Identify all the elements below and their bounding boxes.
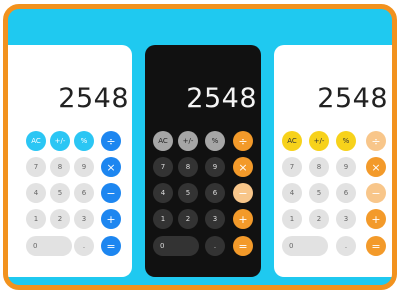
- digit-0-button[interactable]: 0: [26, 236, 72, 256]
- ac-button[interactable]: AC: [282, 131, 302, 151]
- digit-4-button[interactable]: 4: [153, 183, 173, 203]
- digit-1-button[interactable]: 1: [282, 209, 302, 229]
- digit-8-button[interactable]: 8: [309, 157, 329, 177]
- plus-button[interactable]: +: [366, 209, 386, 229]
- digit-3-button[interactable]: 3: [336, 209, 356, 229]
- ac-button[interactable]: AC: [153, 131, 173, 151]
- digit-3-button[interactable]: 3: [74, 209, 94, 229]
- plus-button[interactable]: +: [233, 209, 253, 229]
- percent-button[interactable]: %: [205, 131, 225, 151]
- decimal-button[interactable]: .: [74, 236, 94, 256]
- equals-button[interactable]: =: [366, 236, 386, 256]
- digit-2-button[interactable]: 2: [178, 209, 198, 229]
- digit-6-button[interactable]: 6: [205, 183, 225, 203]
- digit-2-button[interactable]: 2: [309, 209, 329, 229]
- decimal-button[interactable]: .: [205, 236, 225, 256]
- digit-5-button[interactable]: 5: [309, 183, 329, 203]
- calculator-dark-orange: 2548 AC +/- % ÷ 7 8 9 × 4 5 6 − 1 2 3 + …: [145, 45, 261, 277]
- digit-4-button[interactable]: 4: [26, 183, 46, 203]
- ac-button[interactable]: AC: [26, 131, 46, 151]
- digit-5-button[interactable]: 5: [50, 183, 70, 203]
- percent-button[interactable]: %: [74, 131, 94, 151]
- minus-button[interactable]: −: [233, 183, 253, 203]
- equals-button[interactable]: =: [233, 236, 253, 256]
- sign-toggle-button[interactable]: +/-: [178, 131, 198, 151]
- sign-toggle-button[interactable]: +/-: [50, 131, 70, 151]
- divide-button[interactable]: ÷: [101, 131, 121, 151]
- digit-9-button[interactable]: 9: [336, 157, 356, 177]
- digit-8-button[interactable]: 8: [178, 157, 198, 177]
- digit-1-button[interactable]: 1: [26, 209, 46, 229]
- plus-button[interactable]: +: [101, 209, 121, 229]
- digit-0-button[interactable]: 0: [153, 236, 199, 256]
- showcase-frame: 2548 AC +/- % ÷ 7 8 9 × 4 5 6 − 1 2 3 + …: [3, 4, 397, 290]
- percent-button[interactable]: %: [336, 131, 356, 151]
- digit-2-button[interactable]: 2: [50, 209, 70, 229]
- equals-button[interactable]: =: [101, 236, 121, 256]
- divide-button[interactable]: ÷: [233, 131, 253, 151]
- digit-7-button[interactable]: 7: [26, 157, 46, 177]
- digit-3-button[interactable]: 3: [205, 209, 225, 229]
- digit-7-button[interactable]: 7: [153, 157, 173, 177]
- multiply-button[interactable]: ×: [101, 157, 121, 177]
- digit-4-button[interactable]: 4: [282, 183, 302, 203]
- digit-5-button[interactable]: 5: [178, 183, 198, 203]
- digit-1-button[interactable]: 1: [153, 209, 173, 229]
- sign-toggle-button[interactable]: +/-: [309, 131, 329, 151]
- digit-9-button[interactable]: 9: [74, 157, 94, 177]
- minus-button[interactable]: −: [101, 183, 121, 203]
- multiply-button[interactable]: ×: [233, 157, 253, 177]
- minus-button[interactable]: −: [366, 183, 386, 203]
- decimal-button[interactable]: .: [336, 236, 356, 256]
- digit-8-button[interactable]: 8: [50, 157, 70, 177]
- digit-6-button[interactable]: 6: [74, 183, 94, 203]
- multiply-button[interactable]: ×: [366, 157, 386, 177]
- calculator-light-blue: 2548 AC +/- % ÷ 7 8 9 × 4 5 6 − 1 2 3 + …: [8, 45, 132, 277]
- digit-0-button[interactable]: 0: [282, 236, 328, 256]
- divide-button[interactable]: ÷: [366, 131, 386, 151]
- calculator-light-yellow: 2548 AC +/- % ÷ 7 8 9 × 4 5 6 − 1 2 3 + …: [274, 45, 392, 277]
- digit-7-button[interactable]: 7: [282, 157, 302, 177]
- digit-9-button[interactable]: 9: [205, 157, 225, 177]
- digit-6-button[interactable]: 6: [336, 183, 356, 203]
